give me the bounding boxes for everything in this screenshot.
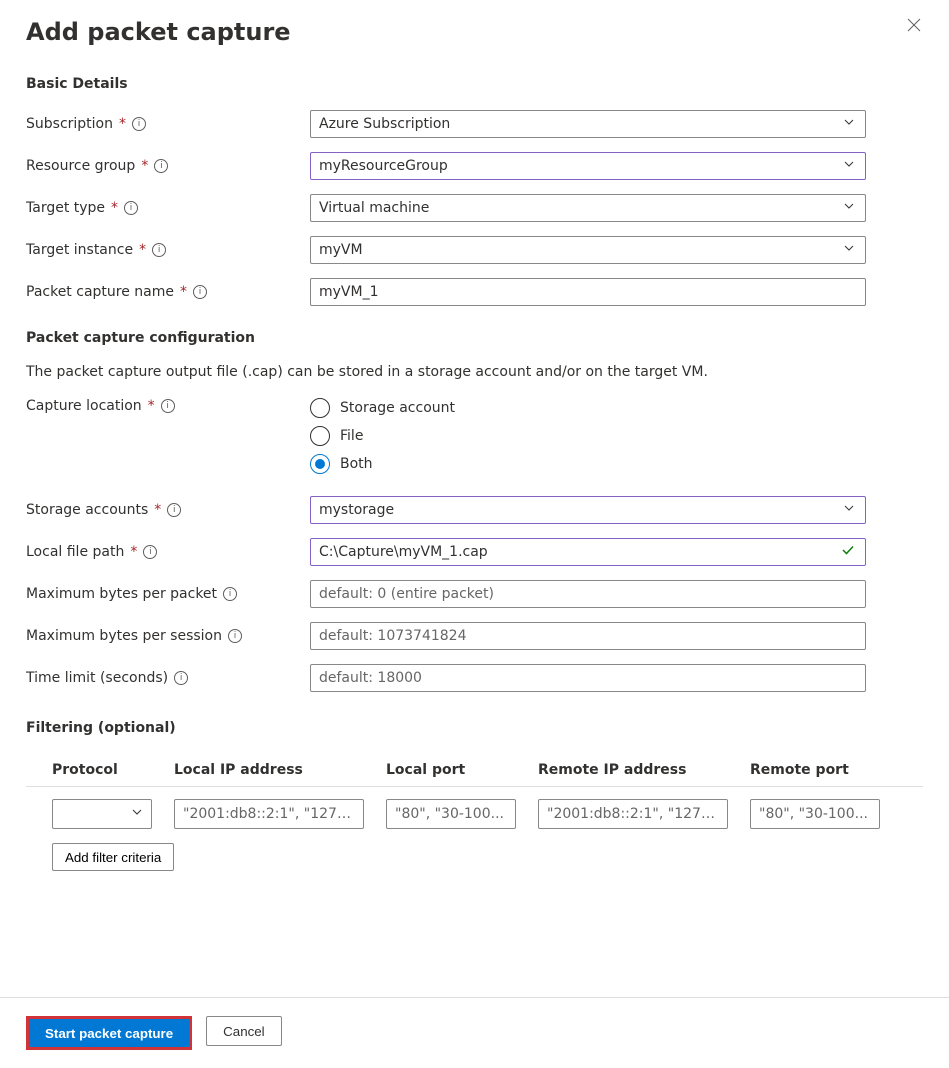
label-time-limit: Time limit (seconds) [26, 670, 168, 686]
info-icon[interactable]: i [223, 587, 237, 601]
required-mark: * [111, 200, 118, 216]
target-instance-value: myVM [319, 242, 363, 258]
info-icon[interactable]: i [193, 285, 207, 299]
placeholder-text: default: 1073741824 [319, 628, 467, 644]
radio-label: File [340, 428, 363, 444]
radio-dot-icon [310, 426, 330, 446]
resource-group-select[interactable]: myResourceGroup [310, 152, 866, 180]
capture-name-value: myVM_1 [319, 284, 379, 300]
required-mark: * [119, 116, 126, 132]
storage-accounts-select[interactable]: mystorage [310, 496, 866, 524]
radio-label: Both [340, 456, 373, 472]
target-instance-select[interactable]: myVM [310, 236, 866, 264]
local-file-path-input[interactable]: C:\Capture\myVM_1.cap [310, 538, 866, 566]
label-target-type: Target type [26, 200, 105, 216]
label-subscription: Subscription [26, 116, 113, 132]
capture-name-input[interactable]: myVM_1 [310, 278, 866, 306]
radio-dot-icon [310, 454, 330, 474]
time-limit-input[interactable]: default: 18000 [310, 664, 866, 692]
label-local-file-path: Local file path [26, 544, 124, 560]
add-filter-button[interactable]: Add filter criteria [52, 843, 174, 871]
required-mark: * [148, 398, 155, 414]
filter-header-protocol: Protocol [52, 762, 152, 778]
label-max-bytes-session: Maximum bytes per session [26, 628, 222, 644]
filter-remote-port-input[interactable]: "80", "30-100... [750, 799, 880, 829]
storage-accounts-value: mystorage [319, 502, 394, 518]
radio-storage-account[interactable]: Storage account [310, 398, 866, 418]
chevron-down-icon [843, 200, 855, 216]
info-icon[interactable]: i [132, 117, 146, 131]
target-type-select[interactable]: Virtual machine [310, 194, 866, 222]
close-icon[interactable] [907, 18, 921, 36]
subscription-value: Azure Subscription [319, 116, 450, 132]
chevron-down-icon [843, 158, 855, 174]
chevron-down-icon [131, 806, 143, 822]
filter-header-local-port: Local port [386, 762, 516, 778]
placeholder-text: "80", "30-100... [759, 806, 871, 822]
radio-dot-icon [310, 398, 330, 418]
info-icon[interactable]: i [167, 503, 181, 517]
label-storage-accounts: Storage accounts [26, 502, 148, 518]
section-basic-details: Basic Details [26, 76, 923, 92]
section-filtering: Filtering (optional) [26, 720, 923, 736]
required-mark: * [154, 502, 161, 518]
required-mark: * [130, 544, 137, 560]
info-icon[interactable]: i [154, 159, 168, 173]
resource-group-value: myResourceGroup [319, 158, 448, 174]
subscription-select[interactable]: Azure Subscription [310, 110, 866, 138]
required-mark: * [141, 158, 148, 174]
cancel-button[interactable]: Cancel [206, 1016, 282, 1046]
placeholder-text: "2001:db8::2:1", "127.0.0.... [183, 806, 355, 822]
placeholder-text: "2001:db8::2:1", "127.0.0.... [547, 806, 719, 822]
label-capture-name: Packet capture name [26, 284, 174, 300]
placeholder-text: default: 0 (entire packet) [319, 586, 494, 602]
info-icon[interactable]: i [161, 399, 175, 413]
local-file-path-value: C:\Capture\myVM_1.cap [319, 544, 488, 560]
filter-local-ip-input[interactable]: "2001:db8::2:1", "127.0.0.... [174, 799, 364, 829]
required-mark: * [180, 284, 187, 300]
label-target-instance: Target instance [26, 242, 133, 258]
chevron-down-icon [843, 116, 855, 132]
required-mark: * [139, 242, 146, 258]
label-resource-group: Resource group [26, 158, 135, 174]
start-capture-button[interactable]: Start packet capture [26, 1016, 192, 1050]
filter-protocol-select[interactable] [52, 799, 152, 829]
info-icon[interactable]: i [152, 243, 166, 257]
filter-local-port-input[interactable]: "80", "30-100... [386, 799, 516, 829]
checkmark-icon [841, 543, 855, 561]
filter-header-local-ip: Local IP address [174, 762, 364, 778]
max-bytes-session-input[interactable]: default: 1073741824 [310, 622, 866, 650]
placeholder-text: "80", "30-100... [395, 806, 507, 822]
info-icon[interactable]: i [124, 201, 138, 215]
radio-both[interactable]: Both [310, 454, 866, 474]
filter-header-remote-ip: Remote IP address [538, 762, 728, 778]
max-bytes-packet-input[interactable]: default: 0 (entire packet) [310, 580, 866, 608]
info-icon[interactable]: i [174, 671, 188, 685]
label-max-bytes-packet: Maximum bytes per packet [26, 586, 217, 602]
chevron-down-icon [843, 502, 855, 518]
target-type-value: Virtual machine [319, 200, 429, 216]
placeholder-text: default: 18000 [319, 670, 422, 686]
chevron-down-icon [843, 242, 855, 258]
radio-file[interactable]: File [310, 426, 866, 446]
helper-text: The packet capture output file (.cap) ca… [26, 364, 923, 380]
info-icon[interactable]: i [143, 545, 157, 559]
filter-remote-ip-input[interactable]: "2001:db8::2:1", "127.0.0.... [538, 799, 728, 829]
page-title: Add packet capture [26, 18, 923, 46]
radio-label: Storage account [340, 400, 455, 416]
label-capture-location: Capture location [26, 398, 142, 414]
info-icon[interactable]: i [228, 629, 242, 643]
section-capture-config: Packet capture configuration [26, 330, 923, 346]
filter-header-remote-port: Remote port [750, 762, 880, 778]
